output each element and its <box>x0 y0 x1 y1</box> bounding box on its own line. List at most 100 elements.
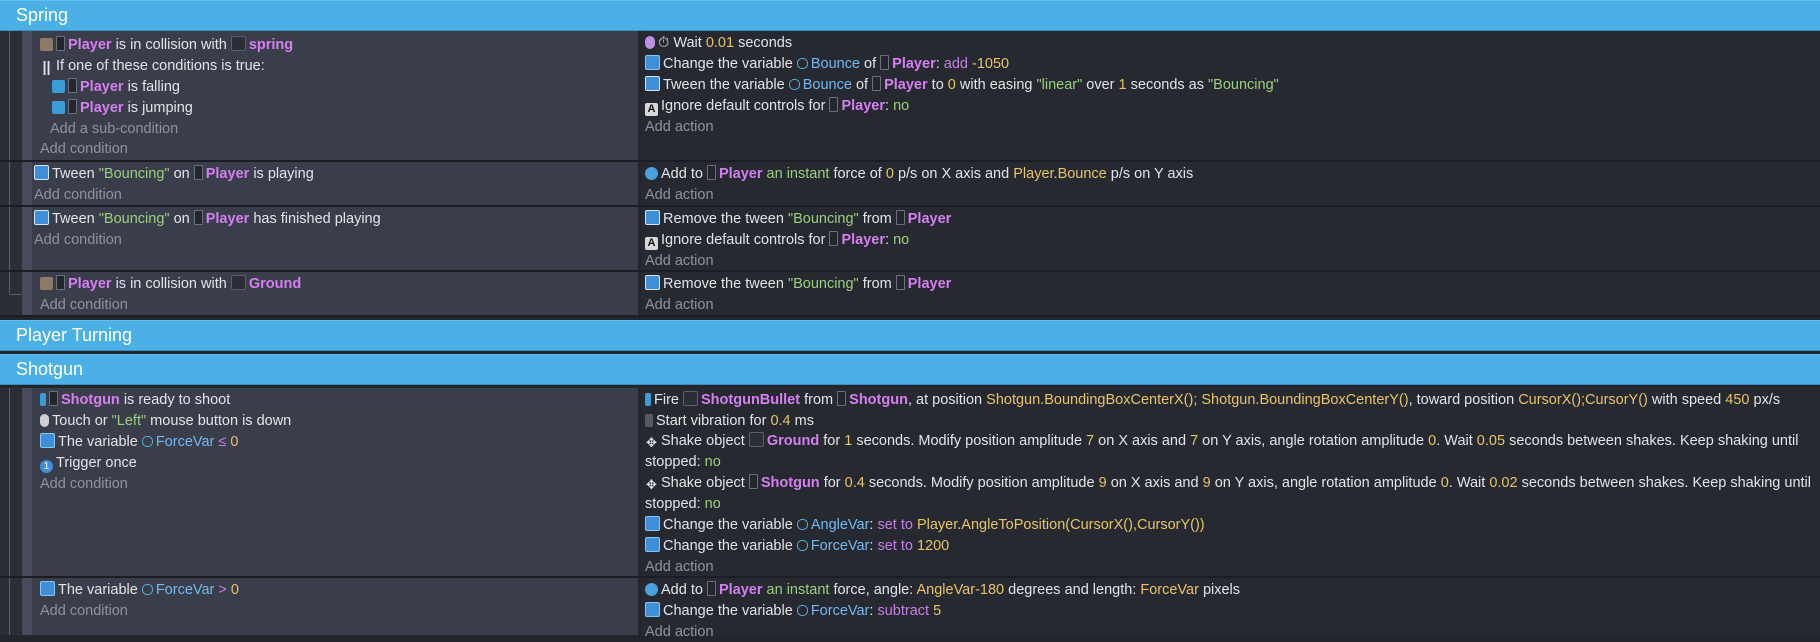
action-text: Fire <box>654 392 679 408</box>
condition-tween-finished[interactable]: Tween "Bouncing" on Player has finished … <box>34 209 381 229</box>
indent-line <box>9 578 10 635</box>
scene-variable-icon <box>796 519 808 530</box>
group-header-spring[interactable]: Spring <box>0 0 1820 31</box>
condition-forcevar-compare[interactable]: The variable ForceVar ≤ 0 <box>40 432 239 452</box>
event-spring-collision[interactable]: Player is in collision with spring || If … <box>0 31 1820 162</box>
conditions-panel[interactable]: Shotgun is ready to shoot Touch or "Left… <box>22 388 638 576</box>
action-text: pixels <box>1202 582 1241 598</box>
actions-panel[interactable]: Remove the tween "Bouncing" from Player … <box>641 272 1820 315</box>
action-set-anglevar[interactable]: Change the variable AngleVar: set to Pla… <box>645 515 1205 535</box>
conditions-panel[interactable]: Tween "Bouncing" on Player has finished … <box>22 207 638 270</box>
variable-name: ForceVar <box>810 603 870 619</box>
variable-name: ForceVar <box>155 582 215 598</box>
event-spring-tween-playing[interactable]: Tween "Bouncing" on Player is playing Ad… <box>0 162 1820 207</box>
sub-condition-falling[interactable]: Player is falling <box>52 77 180 97</box>
conditions-panel[interactable]: The variable ForceVar > 0 Add condition <box>22 578 638 635</box>
add-action-button[interactable]: Add action <box>645 622 714 642</box>
action-remove-tween[interactable]: Remove the tween "Bouncing" from Player <box>645 209 951 229</box>
action-change-bounce[interactable]: Change the variable Bounce of Player: ad… <box>645 54 1009 74</box>
ground-object-icon <box>230 275 246 290</box>
add-condition-button[interactable]: Add condition <box>34 230 122 250</box>
indent-line <box>9 31 10 160</box>
add-action-button[interactable]: Add action <box>645 295 714 315</box>
operator: > <box>218 582 227 598</box>
variable-icon <box>645 537 660 552</box>
action-vibration[interactable]: Start vibration for 0.4 ms <box>645 411 814 431</box>
object-shotgun: Shotgun <box>849 392 908 408</box>
sub-condition-jumping[interactable]: Player is jumping <box>52 98 193 118</box>
condition-mouse-down[interactable]: Touch or "Left" mouse button is down <box>40 411 291 431</box>
condition-or[interactable]: || If one of these conditions is true: <box>40 56 264 76</box>
string-value: "Bouncing" <box>787 211 859 227</box>
actions-panel[interactable]: Add to Player an instant force of 0 p/s … <box>641 162 1820 205</box>
action-shake-ground[interactable]: ✥ Shake object Ground for 1 seconds. Modi… <box>645 431 1814 473</box>
colon: : <box>935 56 940 72</box>
fire-bullet-icon <box>645 393 651 406</box>
scene-variable-icon <box>796 540 808 551</box>
object-player: Player <box>80 100 124 116</box>
conditions-panel[interactable]: Player is in collision with spring || If … <box>22 31 638 160</box>
tween-icon <box>645 76 660 91</box>
action-set-forcevar[interactable]: Change the variable ForceVar: set to 120… <box>645 536 949 556</box>
object-player: Player <box>68 37 112 53</box>
condition-trigger-once[interactable]: 1 Trigger once <box>40 453 137 473</box>
add-condition-button[interactable]: Add condition <box>34 185 122 205</box>
add-action-button[interactable]: Add action <box>645 117 714 137</box>
group-header-player-turning[interactable]: Player Turning <box>0 320 1820 351</box>
event-shotgun-recoil[interactable]: The variable ForceVar > 0 Add condition … <box>0 578 1820 640</box>
conditions-panel[interactable]: Tween "Bouncing" on Player is playing Ad… <box>22 162 638 205</box>
variable-name: Bounce <box>810 56 861 72</box>
event-shotgun-fire[interactable]: Shotgun is ready to shoot Touch or "Left… <box>0 388 1820 578</box>
actions-panel[interactable]: Add to Player an instant force, angle: A… <box>641 578 1820 640</box>
action-add-force[interactable]: Add to Player an instant force of 0 p/s … <box>645 164 1193 184</box>
action-subtract-forcevar[interactable]: Change the variable ForceVar: subtract 5 <box>645 601 941 621</box>
condition-text: is in collision with <box>115 37 227 53</box>
indent-gutter <box>0 578 22 635</box>
condition-tween-playing[interactable]: Tween "Bouncing" on Player is playing <box>34 164 314 184</box>
event-spring-ground-collision[interactable]: Player is in collision with Ground Add c… <box>0 272 1820 317</box>
action-ignore-controls[interactable]: A Ignore default controls for Player: no <box>645 96 909 116</box>
conditions-panel[interactable]: Player is in collision with Ground Add c… <box>22 272 638 315</box>
action-text: force of <box>833 166 882 182</box>
add-condition-button[interactable]: Add condition <box>40 474 128 494</box>
operator: set to <box>877 517 913 533</box>
action-wait[interactable]: ⏱ Wait 0.01 seconds <box>645 33 792 53</box>
action-ignore-controls[interactable]: A Ignore default controls for Player: no <box>645 230 909 250</box>
actions-panel[interactable]: Fire ShotgunBullet from Shotgun, at posi… <box>641 388 1820 576</box>
add-action-button[interactable]: Add action <box>645 251 714 271</box>
condition-collision-ground[interactable]: Player is in collision with Ground <box>40 274 301 294</box>
add-condition-button[interactable]: Add condition <box>40 139 128 159</box>
condition-forcevar-positive[interactable]: The variable ForceVar > 0 <box>40 580 239 600</box>
action-remove-tween[interactable]: Remove the tween "Bouncing" from Player <box>645 274 951 294</box>
action-text: seconds. Modify position amplitude <box>868 475 1095 491</box>
event-spring-tween-finished[interactable]: Tween "Bouncing" on Player has finished … <box>0 207 1820 272</box>
indent-line <box>9 207 10 270</box>
actions-panel[interactable]: ⏱ Wait 0.01 seconds Change the variable … <box>641 31 1820 160</box>
player-object-icon <box>706 581 716 596</box>
group-header-shotgun[interactable]: Shotgun <box>0 354 1820 385</box>
object-player: Player <box>205 166 250 182</box>
string-value: "Bouncing" <box>1208 77 1279 93</box>
add-condition-button[interactable]: Add condition <box>40 295 128 315</box>
condition-collision[interactable]: Player is in collision with spring <box>40 35 293 55</box>
action-tween-bounce[interactable]: Tween the variable Bounce of Player to 0… <box>645 75 1279 95</box>
action-text: for <box>823 433 841 449</box>
condition-ready-to-shoot[interactable]: Shotgun is ready to shoot <box>40 390 230 410</box>
condition-text: is ready to shoot <box>123 392 231 408</box>
action-text: on X axis and <box>1098 433 1187 449</box>
force-type: an instant <box>766 582 830 598</box>
add-sub-condition-button[interactable]: Add a sub-condition <box>50 119 178 139</box>
player-object-icon <box>68 78 77 93</box>
object-player: Player <box>68 276 112 292</box>
action-shake-shotgun[interactable]: ✥ Shake object Shotgun for 0.4 seconds. M… <box>645 473 1814 515</box>
action-add-angle-force[interactable]: Add to Player an instant force, angle: A… <box>645 580 1240 600</box>
force-icon <box>645 583 658 596</box>
add-action-button[interactable]: Add action <box>645 557 714 577</box>
add-action-button[interactable]: Add action <box>645 185 714 205</box>
bullet-object-icon <box>683 391 699 406</box>
value: 0.05 <box>1476 433 1506 449</box>
action-fire-bullet[interactable]: Fire ShotgunBullet from Shotgun, at posi… <box>645 390 1780 410</box>
add-condition-button[interactable]: Add condition <box>40 601 128 621</box>
value: no <box>704 496 721 512</box>
actions-panel[interactable]: Remove the tween "Bouncing" from Player … <box>641 207 1820 270</box>
